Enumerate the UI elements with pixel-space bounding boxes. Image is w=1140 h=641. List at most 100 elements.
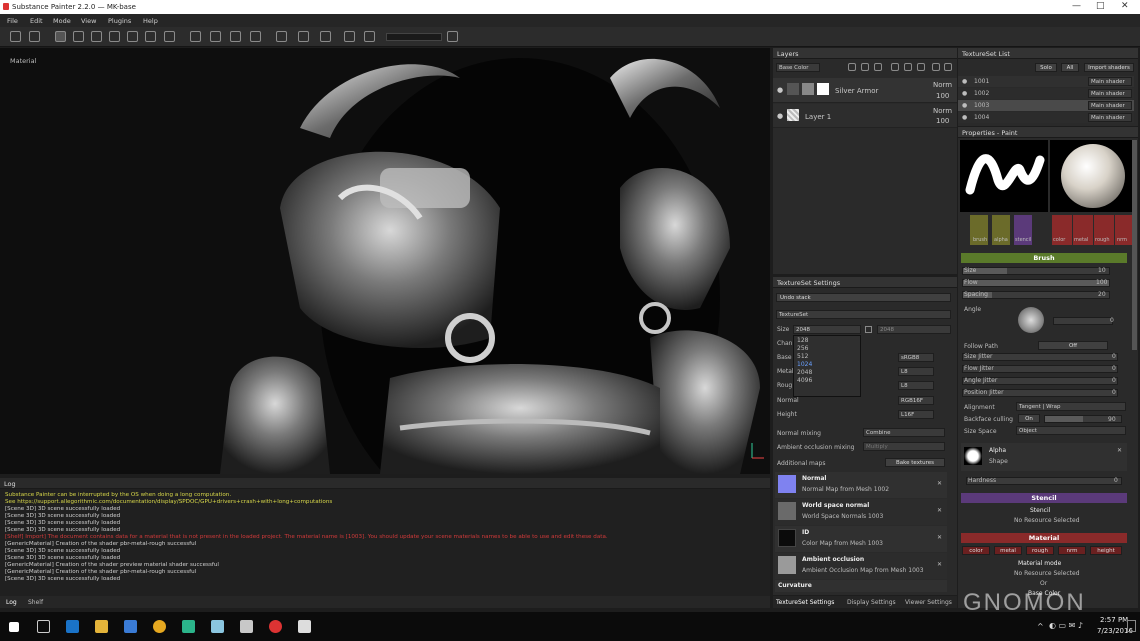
photos-icon[interactable] [298,620,311,633]
maximize-button[interactable]: □ [1096,1,1105,11]
size-option[interactable]: 128 [797,337,808,344]
eye-icon[interactable]: ● [962,78,967,85]
symmetry-icon[interactable] [210,31,221,42]
menu-file[interactable]: File [7,17,18,25]
add-fill-icon[interactable] [861,63,869,71]
delete-icon[interactable] [944,63,952,71]
material-channel-color[interactable]: color [962,546,990,555]
link-icon[interactable] [865,326,872,333]
format-select[interactable]: RGB16F [898,396,934,405]
menu-plugins[interactable]: Plugins [108,17,131,25]
material-picker-icon[interactable] [164,31,175,42]
import-shaders-button[interactable]: Import shaders [1084,63,1134,72]
tab-shelf[interactable]: Shelf [28,599,43,606]
size-dropdown[interactable]: 128 256 512 1024 2048 4096 [793,335,861,397]
eye-icon[interactable]: ● [962,114,967,121]
size-select-2[interactable]: 2048 [877,325,951,334]
ao-mixing-select[interactable]: Multiply [863,442,945,451]
alpha-slot[interactable]: Alpha Shape ✕ [961,443,1127,471]
eye-icon[interactable]: ● [962,102,967,109]
remove-map-icon[interactable]: ✕ [937,534,942,541]
bake-textures-button[interactable]: Bake textures [885,458,945,467]
task-view-icon[interactable] [37,620,50,633]
layer-row[interactable]: ● Layer 1 Norm 100 [773,104,957,128]
material-channel-metal[interactable]: metal [994,546,1022,555]
render-icon[interactable] [364,31,375,42]
follow-path-toggle[interactable]: Off [1038,341,1108,350]
stencil-section-header[interactable]: Stencil [961,493,1127,503]
size-slider[interactable] [962,267,1110,275]
layer-blend[interactable]: Norm [933,107,952,115]
angle-slider[interactable] [1053,317,1113,325]
size-space-select[interactable]: Object [1016,426,1126,435]
paint-brush-icon[interactable] [55,31,66,42]
layer-blend[interactable]: Norm [933,81,952,89]
material-section-header[interactable]: Material [961,533,1127,543]
textureset-row[interactable]: ● 1004 Main shader [958,112,1134,123]
shader-select[interactable]: Main shader [1088,113,1132,122]
tray-chevron-icon[interactable]: ^ [1037,622,1044,631]
duplicate-icon[interactable] [932,63,940,71]
eraser-icon[interactable] [73,31,84,42]
layer-row[interactable]: ● Silver Armor Norm 100 [773,78,957,103]
map-item[interactable]: Curvature [775,580,947,592]
polygon-fill-icon[interactable] [109,31,120,42]
folder-icon[interactable] [904,63,912,71]
add-mask-icon[interactable] [874,63,882,71]
tool-icon[interactable] [250,31,261,42]
instance-icon[interactable] [917,63,925,71]
size-option[interactable]: 512 [797,353,808,360]
flow-slider[interactable] [962,279,1110,287]
brush-section-header[interactable]: Brush [961,253,1127,263]
start-icon[interactable] [9,622,19,632]
alignment-select[interactable]: Tangent | Wrap [1016,402,1126,411]
remove-alpha-icon[interactable]: ✕ [1117,447,1122,454]
layer-opacity[interactable]: 100 [936,92,949,100]
minimize-button[interactable]: — [1072,1,1081,11]
app-icon[interactable] [211,620,224,633]
format-select[interactable]: L8 [898,381,934,390]
format-select[interactable]: sRGB8 [898,353,934,362]
picker-icon[interactable] [190,31,201,42]
map-item[interactable]: ID Color Map from Mesh 1003 ✕ [775,526,947,552]
frame-icon[interactable] [276,31,287,42]
camera-tool-icon[interactable] [29,31,40,42]
viewport-3d[interactable]: Material [0,48,770,474]
eye-icon[interactable]: ● [777,86,783,94]
screenshot-icon[interactable] [344,31,355,42]
eye-icon[interactable]: ● [777,112,783,120]
remove-map-icon[interactable]: ✕ [937,507,942,514]
eye-icon[interactable]: ● [962,90,967,97]
settings-tool-icon[interactable] [10,31,21,42]
backface-toggle[interactable]: On [1018,414,1040,423]
explorer-icon[interactable] [95,620,108,633]
size-option[interactable]: 2048 [797,369,812,376]
textureset-row-selected[interactable]: ● 1003 Main shader [958,100,1134,111]
remove-map-icon[interactable]: ✕ [937,480,942,487]
menu-help[interactable]: Help [143,17,158,25]
edge-icon[interactable] [66,620,79,633]
chrome-icon[interactable] [153,620,166,633]
tab-textureset-settings[interactable]: TextureSet Settings [776,599,834,606]
view-3d-icon[interactable] [320,31,331,42]
solo-button[interactable]: Solo [1035,63,1057,72]
substance-painter-icon[interactable] [269,620,282,633]
tray-icons[interactable]: ◐ ▭ ✉ ♪ [1049,621,1083,630]
remove-map-icon[interactable]: ✕ [937,561,942,568]
shader-select[interactable]: Main shader [1088,89,1132,98]
textureset-row[interactable]: ● 1001 Main shader [958,76,1134,87]
menu-view[interactable]: View [81,17,96,25]
format-select[interactable]: L8 [898,367,934,376]
app-icon[interactable] [240,620,253,633]
menu-mode[interactable]: Mode [53,17,71,25]
material-channel-rough[interactable]: rough [1026,546,1054,555]
map-item[interactable]: Normal Normal Map from Mesh 1002 ✕ [775,472,947,498]
textureset-row[interactable]: ● 1002 Main shader [958,88,1134,99]
tab-display-settings[interactable]: Display Settings [847,599,896,606]
tab-log[interactable]: Log [6,599,17,606]
store-icon[interactable] [124,620,137,633]
shader-select[interactable]: Main shader [1088,77,1132,86]
view-2d-icon[interactable] [298,31,309,42]
toolbar-slider[interactable] [386,33,442,41]
size-select[interactable]: 2048 [793,325,861,334]
